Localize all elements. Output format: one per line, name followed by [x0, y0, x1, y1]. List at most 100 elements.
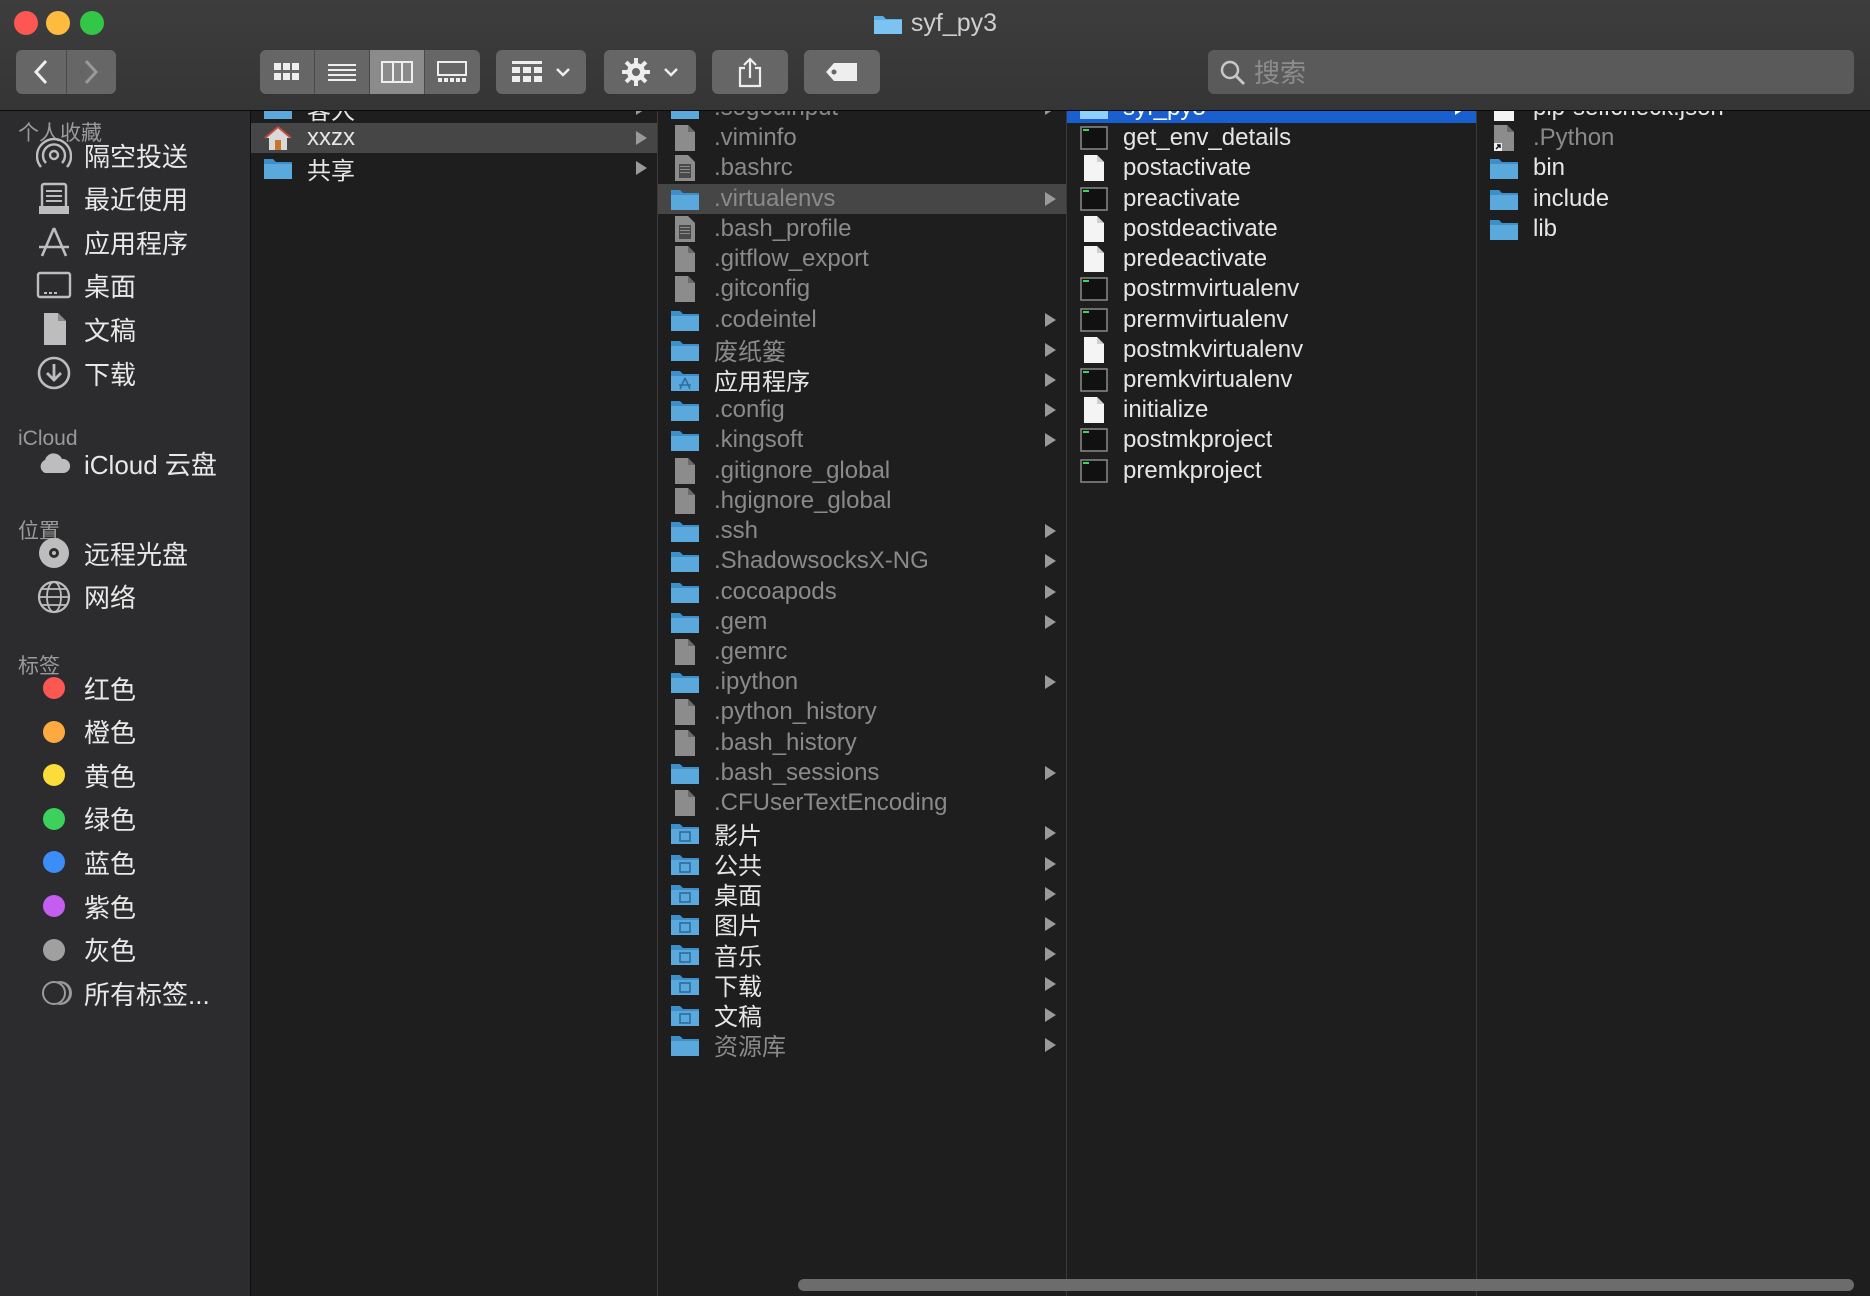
- sidebar-item[interactable]: 灰色: [34, 928, 136, 972]
- file-row[interactable]: postmkvirtualenv: [1067, 335, 1476, 365]
- folder-row[interactable]: 应用程序: [658, 365, 1066, 397]
- sidebar-item[interactable]: 红色: [34, 666, 136, 710]
- folder-row[interactable]: .cocoapods: [658, 577, 1066, 607]
- sidebar-item[interactable]: 绿色: [34, 797, 136, 841]
- sidebar-item[interactable]: 下载: [34, 351, 136, 395]
- file-row[interactable]: .gemrc: [658, 637, 1066, 667]
- forward-button[interactable]: [67, 50, 117, 94]
- folder-row[interactable]: syf_py3: [1067, 111, 1476, 123]
- folder-row[interactable]: bin: [1477, 153, 1870, 183]
- folder-row[interactable]: 音乐: [658, 939, 1066, 971]
- sidebar-item[interactable]: 紫色: [34, 884, 136, 928]
- folder-row[interactable]: 影片: [658, 818, 1066, 850]
- file-row[interactable]: .gitflow_export: [658, 244, 1066, 274]
- folder-row[interactable]: .virtualenvs: [658, 183, 1066, 214]
- folder-row[interactable]: 图片: [658, 909, 1066, 940]
- file-row[interactable]: premkproject: [1067, 456, 1476, 486]
- search-input[interactable]: [1252, 50, 1846, 96]
- sidebar-item[interactable]: 网络: [34, 575, 136, 619]
- sidebar-item[interactable]: 远程光盘: [34, 531, 188, 575]
- file-row[interactable]: .gitignore_global: [658, 456, 1066, 486]
- group-by-button[interactable]: [496, 50, 586, 94]
- sidebar-item-label: 文稿: [84, 315, 137, 346]
- sidebar-item[interactable]: 应用程序: [34, 220, 188, 264]
- sidebar-item[interactable]: 文稿: [34, 307, 136, 351]
- icloud-icon: [34, 443, 74, 483]
- file-row[interactable]: .bash_history: [658, 728, 1066, 758]
- folder-row[interactable]: .kingsoft: [658, 425, 1066, 455]
- file-row[interactable]: premkvirtualenv: [1067, 365, 1476, 395]
- icon-view-button[interactable]: [260, 50, 315, 94]
- disclosure-arrow-icon: [1045, 675, 1056, 690]
- item-name: .sogouinput: [714, 111, 838, 122]
- folder-icon: [670, 184, 700, 214]
- item-name: 应用程序: [714, 369, 810, 397]
- sidebar-item[interactable]: 隔空投送: [34, 133, 188, 177]
- file-row[interactable]: .hgignore_global: [658, 486, 1066, 516]
- search-field[interactable]: [1208, 50, 1854, 96]
- folder-row[interactable]: 共享: [251, 153, 657, 185]
- file-row[interactable]: postactivate: [1067, 153, 1476, 183]
- sidebar-item[interactable]: 橙色: [34, 710, 136, 754]
- item-name: xxzx: [307, 124, 355, 152]
- horizontal-scrollbar[interactable]: [798, 1279, 1854, 1291]
- terminal-executable-icon: [1079, 184, 1109, 214]
- folder-row[interactable]: 资源库: [658, 1030, 1066, 1061]
- sidebar-item[interactable]: 黄色: [34, 753, 136, 797]
- terminal-executable-icon: [1079, 123, 1109, 153]
- sidebar-item[interactable]: iCloud 云盘: [34, 441, 217, 485]
- file-row[interactable]: predeactivate: [1067, 244, 1476, 274]
- sidebar-item[interactable]: 蓝色: [34, 840, 136, 884]
- document-icon: [670, 486, 700, 516]
- folder-icon: [670, 546, 700, 576]
- sidebar-item[interactable]: 最近使用: [34, 177, 188, 221]
- back-button[interactable]: [16, 50, 67, 94]
- file-row[interactable]: .bashrc: [658, 153, 1066, 183]
- share-button[interactable]: [712, 50, 788, 94]
- folder-row[interactable]: 文稿: [658, 1000, 1066, 1031]
- sidebar-item-label: 网络: [84, 583, 137, 614]
- gallery-view-button[interactable]: [425, 50, 479, 94]
- folder-row[interactable]: .ipython: [658, 667, 1066, 697]
- folder-row[interactable]: .bash_sessions: [658, 758, 1066, 788]
- file-row[interactable]: .bash_profile: [658, 214, 1066, 244]
- file-row[interactable]: get_env_details: [1067, 123, 1476, 153]
- file-row[interactable]: .gitconfig: [658, 274, 1066, 304]
- file-row[interactable]: .CFUserTextEncoding: [658, 788, 1066, 818]
- disclosure-arrow-icon: [1045, 433, 1056, 448]
- item-name: .ipython: [714, 668, 799, 696]
- document-icon: [670, 244, 700, 274]
- tags-button[interactable]: [804, 50, 880, 94]
- document-icon: [670, 456, 700, 486]
- sidebar-item[interactable]: 所有标签...: [34, 971, 210, 1015]
- folder-row[interactable]: 桌面: [658, 879, 1066, 910]
- file-row[interactable]: preactivate: [1067, 184, 1476, 214]
- airdrop-icon: [34, 135, 74, 175]
- column-view-button[interactable]: [370, 50, 425, 94]
- folder-row[interactable]: .ShadowsocksX-NG: [658, 546, 1066, 576]
- folder-row[interactable]: .ssh: [658, 516, 1066, 546]
- file-row[interactable]: .python_history: [658, 697, 1066, 727]
- file-row[interactable]: pip-selfcheck.json: [1477, 111, 1870, 123]
- file-row[interactable]: postdeactivate: [1067, 214, 1476, 244]
- action-button[interactable]: [604, 50, 696, 94]
- file-row[interactable]: postmkproject: [1067, 425, 1476, 455]
- file-row[interactable]: initialize: [1067, 395, 1476, 425]
- folder-row[interactable]: .gem: [658, 607, 1066, 637]
- file-row[interactable]: prermvirtualenv: [1067, 305, 1476, 335]
- folder-row[interactable]: 下载: [658, 969, 1066, 1001]
- folder-row[interactable]: .config: [658, 395, 1066, 425]
- file-row[interactable]: .Python: [1477, 123, 1870, 153]
- folder-row[interactable]: lib: [1477, 214, 1870, 244]
- folder-row[interactable]: 公共: [658, 849, 1066, 880]
- folder-row[interactable]: .sogouinput: [658, 111, 1066, 123]
- folder-row[interactable]: 废纸篓: [658, 335, 1066, 366]
- file-row[interactable]: postrmvirtualenv: [1067, 274, 1476, 304]
- folder-row[interactable]: .codeintel: [658, 305, 1066, 335]
- folder-row[interactable]: include: [1477, 184, 1870, 214]
- file-row[interactable]: .viminfo: [658, 123, 1066, 153]
- sidebar-item[interactable]: 桌面: [34, 264, 136, 308]
- folder-row[interactable]: 客人: [251, 111, 657, 125]
- list-view-button[interactable]: [315, 50, 370, 94]
- folder-row[interactable]: xxzx: [251, 123, 657, 154]
